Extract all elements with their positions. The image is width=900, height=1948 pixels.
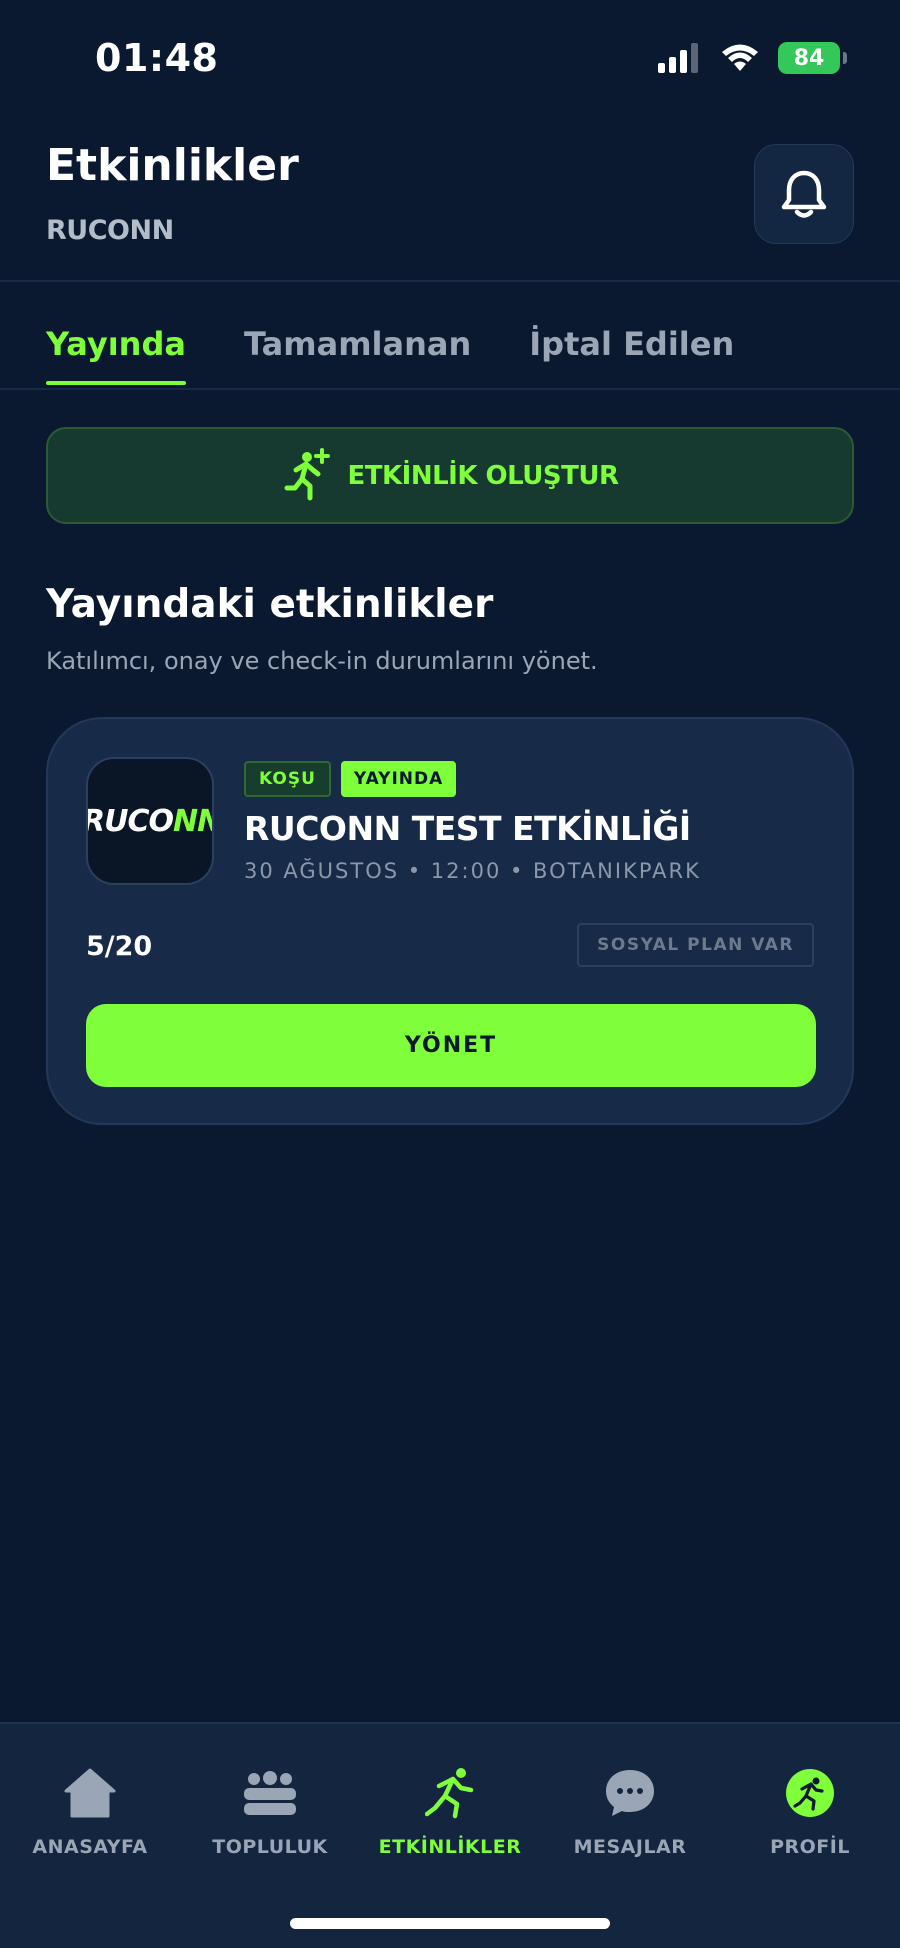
status-time: 01:48 [95,36,219,80]
tab-iptal-edilen[interactable]: İptal Edilen [529,325,734,385]
event-badges: KOŞU YAYINDA [244,761,457,797]
page-subtitle: RUCONN [46,215,174,246]
event-logo-text: RUCONN [86,803,212,839]
status-bar: 01:48 84 [0,0,900,120]
battery-level: 84 [793,45,825,71]
wifi-icon [722,44,758,71]
event-title: RUCONN TEST ETKİNLİĞİ [244,809,691,848]
header-divider [0,280,900,282]
status-badge: YAYINDA [340,761,457,797]
nav-label-events: ETKİNLİKLER [378,1836,522,1858]
manage-button[interactable]: YÖNET [86,1004,816,1087]
nav-item-home[interactable]: ANASAYFA [0,1764,180,1858]
bell-icon [781,170,827,218]
home-indicator[interactable] [290,1918,610,1929]
social-plan-badge: SOSYAL PLAN VAR [577,923,814,967]
nav-label-home: ANASAYFA [32,1836,148,1858]
profile-icon [786,1769,834,1817]
nav-item-profile[interactable]: PROFİL [720,1764,900,1858]
tab-tamamlanan[interactable]: Tamamlanan [244,325,471,385]
nav-item-community[interactable]: TOPLULUK [180,1764,360,1858]
nav-label-messages: MESAJLAR [573,1836,687,1858]
tabs-divider [0,388,900,390]
community-icon [244,1771,296,1815]
notifications-button[interactable] [754,144,854,244]
nav-label-profile: PROFİL [770,1836,850,1858]
event-card[interactable]: RUCONN KOŞU YAYINDA RUCONN TEST ETKİNLİĞ… [46,717,854,1125]
category-badge: KOŞU [244,761,331,797]
event-meta: 30 AĞUSTOS • 12:00 • BOTANIKPARK [244,859,701,883]
battery-icon: 84 [778,42,847,74]
status-icons: 84 [658,42,847,74]
chat-icon [606,1770,654,1816]
running-icon [425,1768,474,1819]
home-icon [64,1768,116,1818]
create-event-button[interactable]: ETKİNLİK OLUŞTUR [46,427,854,524]
status-tabs: Yayında Tamamlanan İptal Edilen [46,325,792,385]
page-title: Etkinlikler [46,140,299,191]
nav-item-messages[interactable]: MESAJLAR [540,1764,720,1858]
cellular-signal-icon [658,43,698,73]
event-logo: RUCONN [86,757,214,885]
tab-yayinda[interactable]: Yayında [46,325,186,385]
page-header: Etkinlikler RUCONN [46,140,299,246]
section-title: Yayındaki etkinlikler [46,582,494,627]
nav-item-events[interactable]: ETKİNLİKLER [360,1764,540,1858]
nav-label-community: TOPLULUK [212,1836,328,1858]
runner-plus-icon [284,447,330,500]
participant-count: 5/20 [86,931,153,962]
bottom-nav: ANASAYFA TOPLULUK ETKİNLİKLER MESAJLAR P… [0,1722,900,1948]
section-description: Katılımcı, onay ve check-in durumlarını … [46,647,598,675]
create-event-label: ETKİNLİK OLUŞTUR [347,460,619,491]
